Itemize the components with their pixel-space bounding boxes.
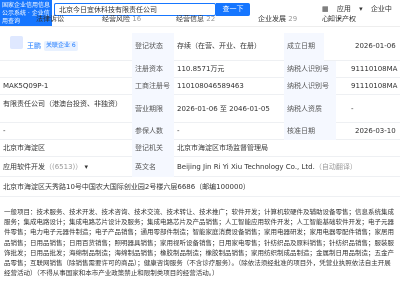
status-value: 存续（在营、开业、在册） [177,42,261,50]
tab-legal[interactable]: 法律诉讼 [36,14,64,24]
tab-operation[interactable]: 经营信息 22 [176,14,215,24]
established-value: 2026-01-06 [355,42,396,50]
term-label: 营业期限 [132,95,174,123]
insured-label: 参保人数 [132,123,174,140]
blank-value: - [3,127,6,135]
taxid-label: 纳税人识别号 [284,61,336,78]
authority-value: 北京市海淀区市场监督管理局 [177,144,268,152]
info-row: MAK5Q09P-1 工商注册号 110108046589463 纳税人识别号 … [0,78,400,95]
credit-code-value: MAK5Q09P-1 [3,82,49,90]
tab-risk[interactable]: 经营风险 16 [102,14,141,24]
capital-value: 110.8571万元 [177,65,225,73]
region-value: 北京市海淀区 [3,144,45,152]
related-companies-badge[interactable]: 关联企业 6 [44,41,78,51]
avatar [10,36,23,49]
info-row: 北京市海淀区天秀路10号中国农大国际创业园2号楼六层6686（邮编100000） [0,177,400,197]
taxpayer-value: - [351,105,354,113]
taxid-value: 91110108MA [351,65,398,73]
grid-icon: ▦ [322,5,329,13]
taxid2-label: 纳税人识别号 [284,78,336,95]
taxpayer-label: 纳税人资质 [284,95,336,123]
app-menu[interactable]: ▦ 应用 ▾ [322,5,363,13]
approval-label: 核准日期 [284,123,336,140]
info-row: 应用软件开发（(6513)） ▾ 英文名 Beijing Jin Ri Yi X… [0,157,400,177]
info-row: 王鹏 关联企业 6 登记状态 存续（在营、开业、在册） 成立日期 2026-01… [0,33,400,61]
english-name-label: 英文名 [132,157,174,177]
legal-rep-cell: 王鹏 关联企业 6 [0,33,130,61]
address-value: 北京市海淀区天秀路10号中国农大国际创业园2号楼六层6686（邮编100000） [3,183,250,191]
english-name-value: Beijing Jin Ri Yi Xiu Technology Co., Lt… [177,163,357,171]
industry-value: 应用软件开发（(6513)） ▾ [3,163,89,171]
info-row: 有限责任公司（港澳台投资、非独资） 营业期限 2026-01-06 至 2046… [0,95,400,123]
taxid2-value: 91110108MA [351,82,398,90]
chevron-down-icon[interactable]: ▾ [85,163,89,171]
regno-label: 工商注册号 [132,78,174,95]
company-type-value: 有限责任公司（港澳台投资、非独资） [3,100,122,108]
search-button[interactable]: 查一下 [216,3,250,16]
info-row: 注册资本 110.8571万元 纳税人识别号 91110108MA [0,61,400,78]
insured-value: - [177,127,180,135]
info-row: 北京市海淀区 登记机关 北京市海淀区市场监督管理局 [0,140,400,157]
term-value: 2026-01-06 至 2046-01-05 [177,105,270,113]
legal-rep-name[interactable]: 王鹏 [27,41,41,51]
info-row: - 参保人数 - 核准日期 2026-03-10 [0,123,400,140]
established-label: 成立日期 [284,33,324,61]
tab-ip[interactable]: 知识产权 [328,14,356,24]
business-scope: 一般项目：技术服务、技术开发、技术咨询、技术交流、技术转让、技术推广；软件开发；… [4,208,394,278]
tab-development[interactable]: 企业发展 29 [258,14,297,24]
authority-label: 登记机关 [132,140,174,157]
regno-value: 110108046589463 [177,82,244,90]
capital-label: 注册资本 [132,61,174,78]
approval-value: 2026-03-10 [355,127,396,135]
status-label: 登记状态 [132,33,174,61]
